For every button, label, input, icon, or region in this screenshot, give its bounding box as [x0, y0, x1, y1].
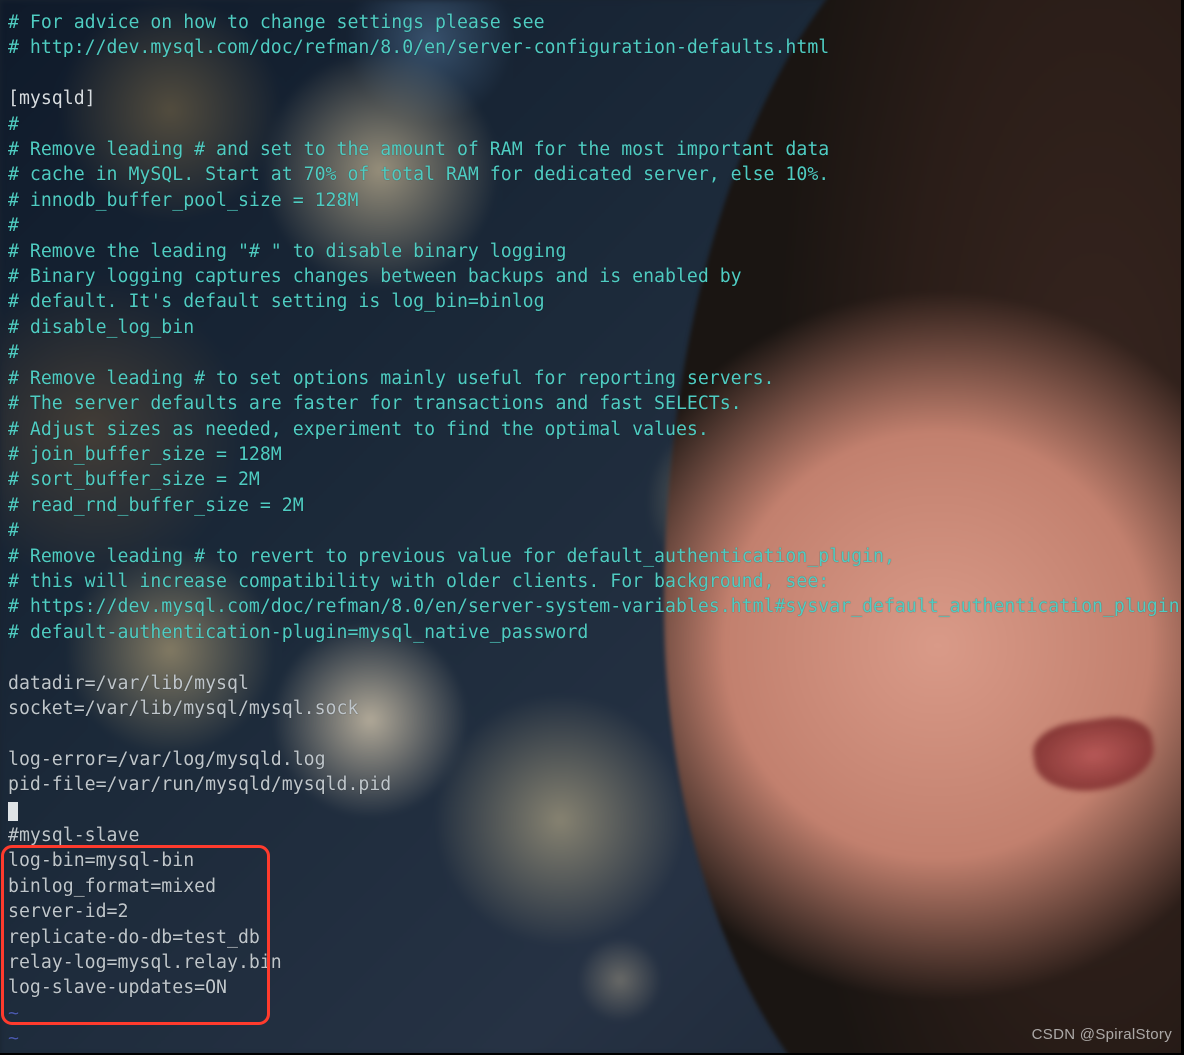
highlight-line: log-bin=mysql-bin — [8, 850, 194, 871]
config-line: pid-file=/var/run/mysqld/mysqld.pid — [8, 774, 391, 795]
config-line: # join_buffer_size = 128M — [8, 444, 282, 465]
highlight-line: log-slave-updates=ON — [8, 977, 227, 998]
config-line: # this will increase compatibility with … — [8, 571, 829, 592]
highlight-line: #mysql-slave — [8, 825, 139, 846]
watermark-text: CSDN @SpiralStory — [1032, 1022, 1172, 1047]
config-line: # Remove leading # and set to the amount… — [8, 139, 829, 160]
highlight-line: server-id=2 — [8, 901, 128, 922]
highlight-line: relay-log=mysql.relay.bin — [8, 952, 282, 973]
config-line: # The server defaults are faster for tra… — [8, 393, 742, 414]
config-line: # — [8, 114, 19, 135]
config-line: datadir=/var/lib/mysql — [8, 673, 249, 694]
config-line: # — [8, 520, 19, 541]
config-line: socket=/var/lib/mysql/mysql.sock — [8, 698, 358, 719]
config-line: # — [8, 215, 19, 236]
config-line: # innodb_buffer_pool_size = 128M — [8, 190, 358, 211]
config-line: # Remove the leading "# " to disable bin… — [8, 241, 566, 262]
editor-cursor — [8, 802, 18, 821]
config-line: # For advice on how to change settings p… — [8, 12, 545, 33]
config-line: # Remove leading # to set options mainly… — [8, 368, 775, 389]
highlight-line: binlog_format=mixed — [8, 876, 216, 897]
terminal-editor[interactable]: # For advice on how to change settings p… — [0, 0, 1184, 1055]
config-line: # cache in MySQL. Start at 70% of total … — [8, 164, 829, 185]
config-line: # sort_buffer_size = 2M — [8, 469, 260, 490]
config-line: # Binary logging captures changes betwee… — [8, 266, 742, 287]
config-line: # disable_log_bin — [8, 317, 194, 338]
config-line: # — [8, 342, 19, 363]
config-line: # http://dev.mysql.com/doc/refman/8.0/en… — [8, 37, 829, 58]
vim-empty-line: ~ — [8, 1003, 19, 1024]
highlight-line: replicate-do-db=test_db — [8, 927, 260, 948]
config-line: # Remove leading # to revert to previous… — [8, 546, 895, 567]
config-line: # default. It's default setting is log_b… — [8, 291, 545, 312]
config-line: # https://dev.mysql.com/doc/refman/8.0/e… — [8, 596, 1180, 617]
config-line: log-error=/var/log/mysqld.log — [8, 749, 326, 770]
config-line: # Adjust sizes as needed, experiment to … — [8, 419, 709, 440]
config-section-header: [mysqld] — [8, 88, 96, 109]
config-line: # default-authentication-plugin=mysql_na… — [8, 622, 588, 643]
config-line: # read_rnd_buffer_size = 2M — [8, 495, 304, 516]
vim-empty-line: ~ — [8, 1028, 19, 1049]
